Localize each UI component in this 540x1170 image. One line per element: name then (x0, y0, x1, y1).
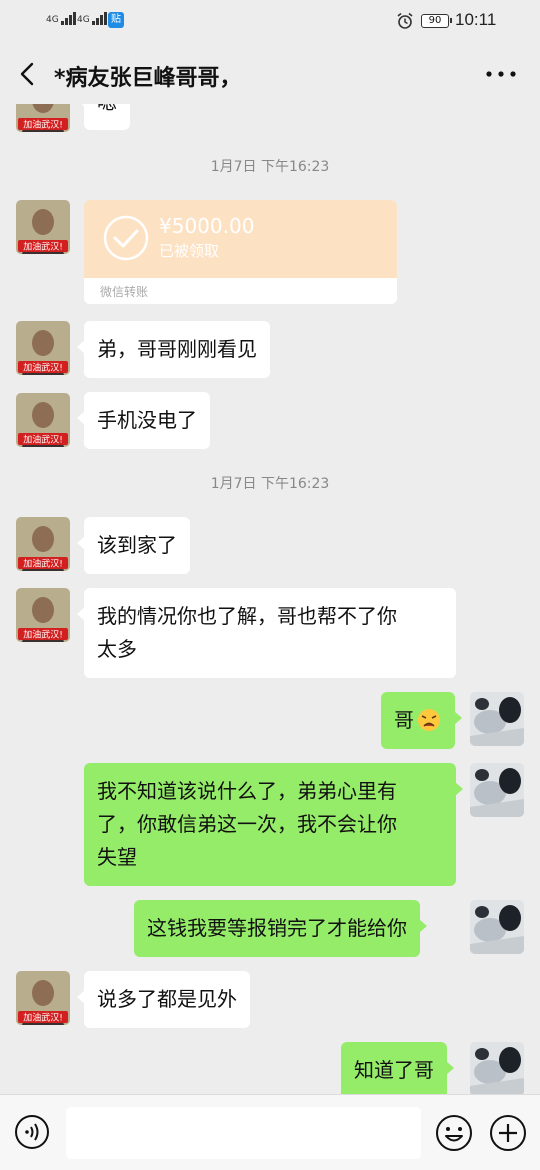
status-bar: 4G 4G 贴 90 10:11 (0, 0, 540, 44)
message-text: 该到家了 (97, 533, 177, 557)
message-text: 嗯 (97, 104, 117, 114)
message-text: 知道了哥 (354, 1058, 434, 1082)
signal-bars-icon (91, 12, 108, 25)
message-bubble-outgoing[interactable]: 这钱我要等报销完了才能给你 (134, 900, 427, 957)
my-avatar[interactable] (470, 900, 524, 954)
persevering-face-emoji (418, 709, 440, 731)
message-text: 这钱我要等报销完了才能给你 (147, 916, 407, 940)
message-text: 手机没电了 (97, 408, 197, 432)
message-bubble-outgoing[interactable]: 知道了哥 (341, 1042, 454, 1094)
contact-avatar[interactable]: 加油武汉! (16, 393, 70, 447)
message-text-line: 我的情况你也了解，哥也帮不了你 (97, 604, 397, 628)
transfer-amount: ¥5000.00 (159, 214, 255, 238)
plus-icon[interactable] (489, 1114, 527, 1152)
contact-avatar[interactable]: 加油武汉! (16, 200, 70, 254)
my-avatar[interactable] (470, 763, 524, 817)
contact-avatar[interactable]: 加油武汉! (16, 104, 70, 132)
timestamp: 1月7日 下午16:23 (210, 159, 330, 175)
avatar-caption: 加油武汉! (23, 558, 63, 570)
app-notification-icon: 贴 (108, 12, 124, 28)
message-input[interactable] (66, 1107, 421, 1159)
battery-indicator: 90 (421, 14, 452, 28)
check-circle-icon (103, 215, 149, 261)
message-bubble-outgoing[interactable]: 哥 (381, 692, 462, 749)
avatar-caption: 加油武汉! (23, 241, 63, 253)
transfer-status: 已被领取 (159, 242, 220, 260)
contact-avatar[interactable]: 加油武汉! (16, 321, 70, 375)
transfer-card-body: ¥5000.00 已被领取 (84, 200, 397, 278)
timestamp: 1月7日 下午16:23 (210, 476, 330, 492)
transfer-label: 微信转账 (100, 285, 149, 299)
avatar-caption: 加油武汉! (23, 119, 63, 131)
back-arrow-icon[interactable] (14, 58, 46, 90)
avatar-caption: 加油武汉! (23, 362, 63, 374)
more-dots-icon[interactable] (484, 60, 518, 88)
avatar-caption: 加油武汉! (23, 1012, 63, 1024)
voice-icon[interactable] (14, 1114, 50, 1150)
avatar-caption: 加油武汉! (23, 629, 63, 641)
message-bubble-incoming[interactable]: 嗯 (77, 104, 130, 130)
signal-bars-icon (60, 12, 77, 25)
message-bubble-incoming[interactable]: 说多了都是见外 (77, 971, 250, 1028)
message-text: 哥 (394, 708, 414, 732)
chat-header: *病友张巨峰哥哥， (0, 44, 540, 104)
message-bubble-incoming[interactable]: 我的情况你也了解，哥也帮不了你 太多 (77, 588, 456, 678)
avatar-caption: 加油武汉! (23, 434, 63, 446)
network-type: 4G (46, 15, 59, 25)
message-text-line: 失望 (97, 845, 137, 869)
message-text: 说多了都是见外 (97, 987, 237, 1011)
message-bubble-incoming[interactable]: 手机没电了 (77, 392, 210, 449)
message-list[interactable]: 加油武汉! 嗯 1月7日 下午16:23 加油武汉! ¥5000.00 已被领取… (0, 104, 540, 1094)
contact-avatar[interactable]: 加油武汉! (16, 971, 70, 1025)
chat-title: *病友张巨峰哥哥， (54, 66, 242, 91)
my-avatar[interactable] (470, 692, 524, 746)
message-text: 弟，哥哥刚刚看见 (97, 337, 257, 361)
signal-indicator-1: 4G (46, 12, 77, 25)
contact-avatar[interactable]: 加油武汉! (16, 588, 70, 642)
message-bubble-outgoing[interactable]: 我不知道该说什么了，弟弟心里有 了，你敢信弟这一次，我不会让你 失望 (84, 763, 463, 886)
message-text-line: 太多 (97, 637, 137, 661)
message-text-line: 了，你敢信弟这一次，我不会让你 (97, 812, 397, 836)
message-bubble-incoming[interactable]: 弟，哥哥刚刚看见 (77, 321, 270, 378)
network-type: 4G (77, 15, 90, 25)
alarm-icon (397, 12, 413, 29)
clock: 10:11 (455, 10, 497, 29)
emoji-icon[interactable] (435, 1114, 473, 1152)
message-bubble-incoming[interactable]: 该到家了 (77, 517, 190, 574)
contact-avatar[interactable]: 加油武汉! (16, 517, 70, 571)
transfer-card[interactable]: ¥5000.00 已被领取 微信转账 (84, 200, 397, 304)
my-avatar[interactable] (470, 1042, 524, 1094)
input-bar (0, 1094, 540, 1170)
message-text-line: 我不知道该说什么了，弟弟心里有 (97, 779, 397, 803)
signal-indicator-2: 4G (77, 12, 108, 25)
